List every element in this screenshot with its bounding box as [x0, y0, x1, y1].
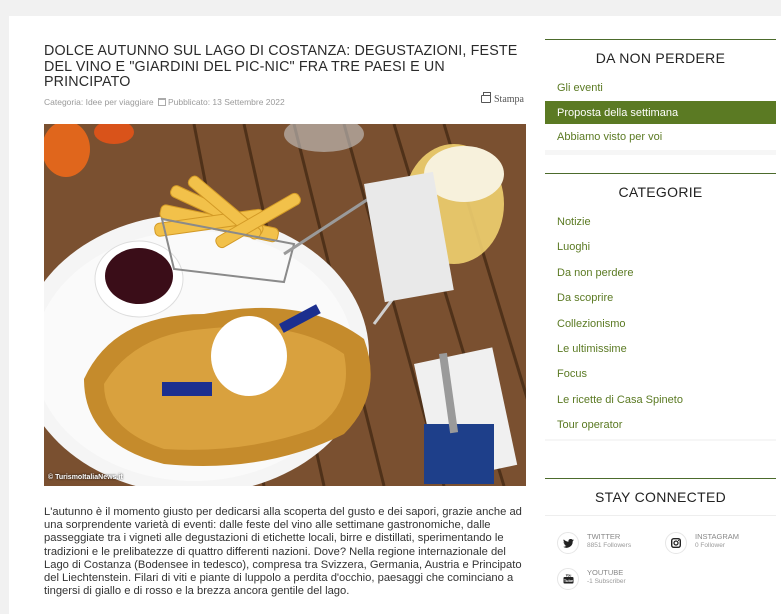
- widget-da-non-perdere: DA NON PERDERE Gli eventi Proposta della…: [545, 39, 776, 155]
- menu-item-abbiamo-visto-per-voi[interactable]: Abbiamo visto per voi: [545, 125, 776, 150]
- instagram-name: INSTAGRAM: [695, 532, 740, 541]
- menu-item-proposta-della-settimana[interactable]: Proposta della settimana: [545, 100, 776, 125]
- category-link-luoghi[interactable]: Luoghi: [545, 235, 776, 261]
- instagram-icon: [665, 532, 687, 554]
- article-title: DOLCE AUTUNNO SUL LAGO DI COSTANZA: DEGU…: [44, 43, 518, 90]
- article-body: L'autunno è il momento giusto per dedica…: [44, 506, 522, 598]
- printer-icon: [481, 91, 491, 103]
- youtube-icon: Tube You: [557, 568, 579, 590]
- category-link-le-ultimissime[interactable]: Le ultimissime: [545, 336, 776, 363]
- svg-text:Tube: Tube: [563, 578, 573, 583]
- svg-text:You: You: [565, 574, 571, 578]
- instagram-count: 0 Follower: [695, 542, 725, 549]
- article-header: DOLCE AUTUNNO SUL LAGO DI COSTANZA: DEGU…: [44, 43, 526, 111]
- category-link-da-scoprire[interactable]: Da scoprire: [545, 286, 776, 312]
- category-link-collezionismo[interactable]: Collezionismo: [545, 311, 776, 337]
- category-link-le-ricette[interactable]: Le ricette di Casa Spineto: [545, 387, 776, 414]
- article-category: Categoria: Idee per viaggiare: [44, 96, 154, 107]
- widget-title: DA NON PERDERE: [545, 39, 776, 76]
- youtube-count: -1 Subscriber: [587, 578, 626, 585]
- social-instagram[interactable]: INSTAGRAM 0 Follower: [665, 532, 739, 554]
- published-date: Pubblicato: 13 Settembre 2022: [168, 96, 285, 107]
- widget-stay-connected: STAY CONNECTED TWITTER 8851 Followers IN…: [545, 478, 776, 612]
- twitter-icon: [557, 532, 579, 554]
- menu-item-gli-eventi[interactable]: Gli eventi: [545, 76, 776, 101]
- widget-title: CATEGORIE: [545, 173, 776, 210]
- widget-categorie: CATEGORIE Notizie Luoghi Da non perdere …: [545, 173, 776, 441]
- photo-credit: © TurismoItaliaNews.it: [48, 474, 123, 481]
- widget-title: STAY CONNECTED: [545, 478, 776, 515]
- social-links: TWITTER 8851 Followers INSTAGRAM 0 Follo…: [545, 515, 776, 612]
- calendar-icon: [158, 97, 166, 106]
- categorie-list: Notizie Luoghi Da non perdere Da scoprir…: [545, 210, 776, 439]
- print-label: Stampa: [494, 93, 524, 105]
- hero-photo-illustration: [44, 124, 526, 486]
- category-link-notizie[interactable]: Notizie: [545, 210, 776, 236]
- article-hero-image: © TurismoItaliaNews.it: [44, 124, 526, 486]
- da-non-perdere-list: Gli eventi Proposta della settimana Abbi…: [545, 76, 776, 150]
- category-link-focus[interactable]: Focus: [545, 362, 776, 388]
- twitter-count: 8851 Followers: [587, 542, 632, 549]
- article-meta: Categoria: Idee per viaggiare Pubblicato…: [44, 91, 526, 111]
- social-youtube[interactable]: Tube You YOUTUBE -1 Subscriber: [557, 568, 626, 590]
- category-link-da-non-perdere[interactable]: Da non perdere: [545, 260, 776, 287]
- youtube-name: YOUTUBE: [587, 568, 624, 577]
- twitter-name: TWITTER: [587, 532, 621, 541]
- category-link-tour-operator[interactable]: Tour operator: [545, 413, 776, 439]
- print-button[interactable]: Stampa: [481, 91, 524, 105]
- article-published: Pubblicato: 13 Settembre 2022: [158, 97, 285, 107]
- social-twitter[interactable]: TWITTER 8851 Followers: [557, 532, 631, 554]
